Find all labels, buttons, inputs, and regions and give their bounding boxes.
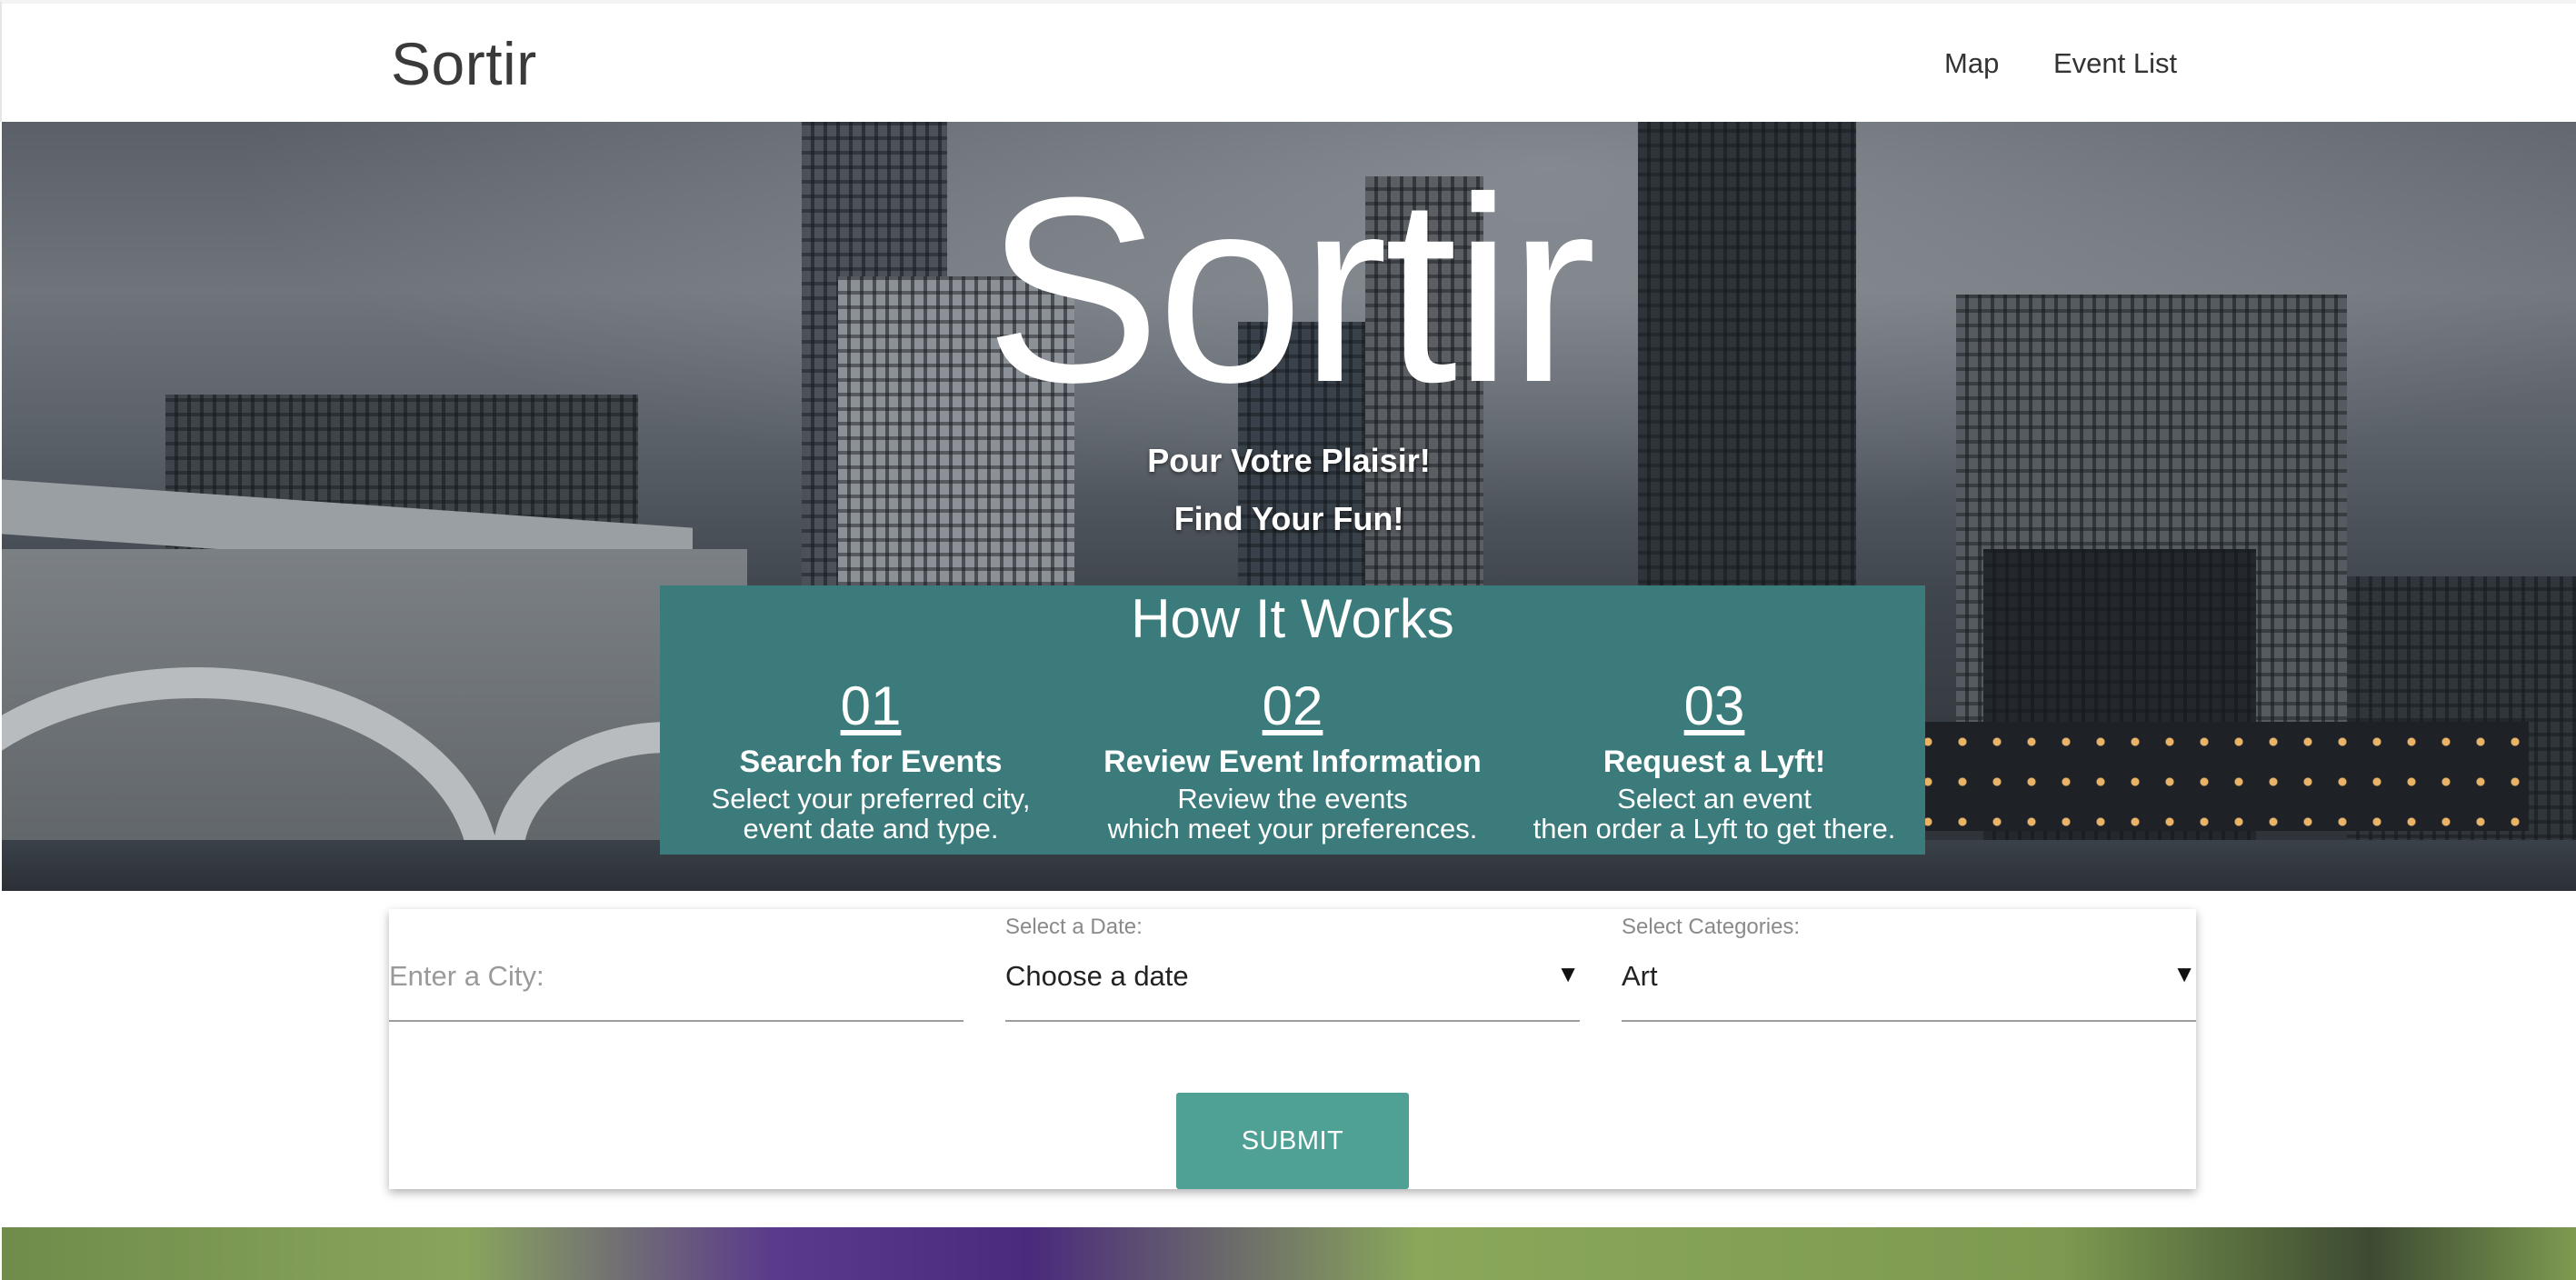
hero-subtitle-french: Pour Votre Plaisir! [1147,442,1431,479]
date-select[interactable]: Select a Date: Choose a date ▼ [1005,909,1580,1022]
dropdown-arrow-icon: ▼ [2172,960,2196,987]
step-1: 01 Search for Events Select your preferr… [660,675,1082,845]
nav-link-map[interactable]: Map [1944,47,1999,80]
brand-logo[interactable]: Sortir [391,29,537,98]
step-number: 03 [1683,675,1745,736]
step-title: Review Event Information [1103,745,1482,779]
step-title: Request a Lyft! [1603,745,1826,779]
hero-banner: Sortir Pour Votre Plaisir! Find Your Fun… [2,122,2576,891]
dropdown-arrow-icon: ▼ [1556,960,1580,987]
step-title: Search for Events [739,745,1003,779]
top-navbar: Sortir Map Event List [0,0,2576,122]
step-number: 02 [1262,675,1323,736]
step-2: 02 Review Event Information Review the e… [1082,675,1503,845]
category-select[interactable]: Select Categories: Art ▼ [1622,909,2196,1022]
next-section-image [2,1227,2576,1280]
how-it-works-title: How It Works [1131,588,1454,649]
step-number: 01 [840,675,902,736]
date-label: Select a Date: [1005,915,1143,939]
nav-link-event-list[interactable]: Event List [2053,47,2177,80]
category-label: Select Categories: [1622,915,1801,939]
search-form-card: Enter a City: Select a Date: Choose a da… [389,909,2196,1189]
hero-title: Sortir [984,143,1597,437]
skyline-lights [1911,722,2529,831]
step-description: Select an event then order a Lyft to get… [1533,783,1896,845]
city-input[interactable]: Enter a City: [389,909,964,1022]
step-description: Review the events which meet your prefer… [1107,783,1478,845]
step-description: Select your preferred city, event date a… [711,783,1031,845]
city-placeholder: Enter a City: [389,960,544,992]
hero-subtitle-english: Find Your Fun! [1173,500,1404,537]
how-it-works-panel: How It Works 01 Search for Events Select… [660,585,1925,855]
step-3: 03 Request a Lyft! Select an event then … [1503,675,1925,845]
category-value: Art [1622,960,1658,992]
date-value: Choose a date [1005,960,1189,992]
submit-button[interactable]: SUBMIT [1176,1093,1409,1189]
